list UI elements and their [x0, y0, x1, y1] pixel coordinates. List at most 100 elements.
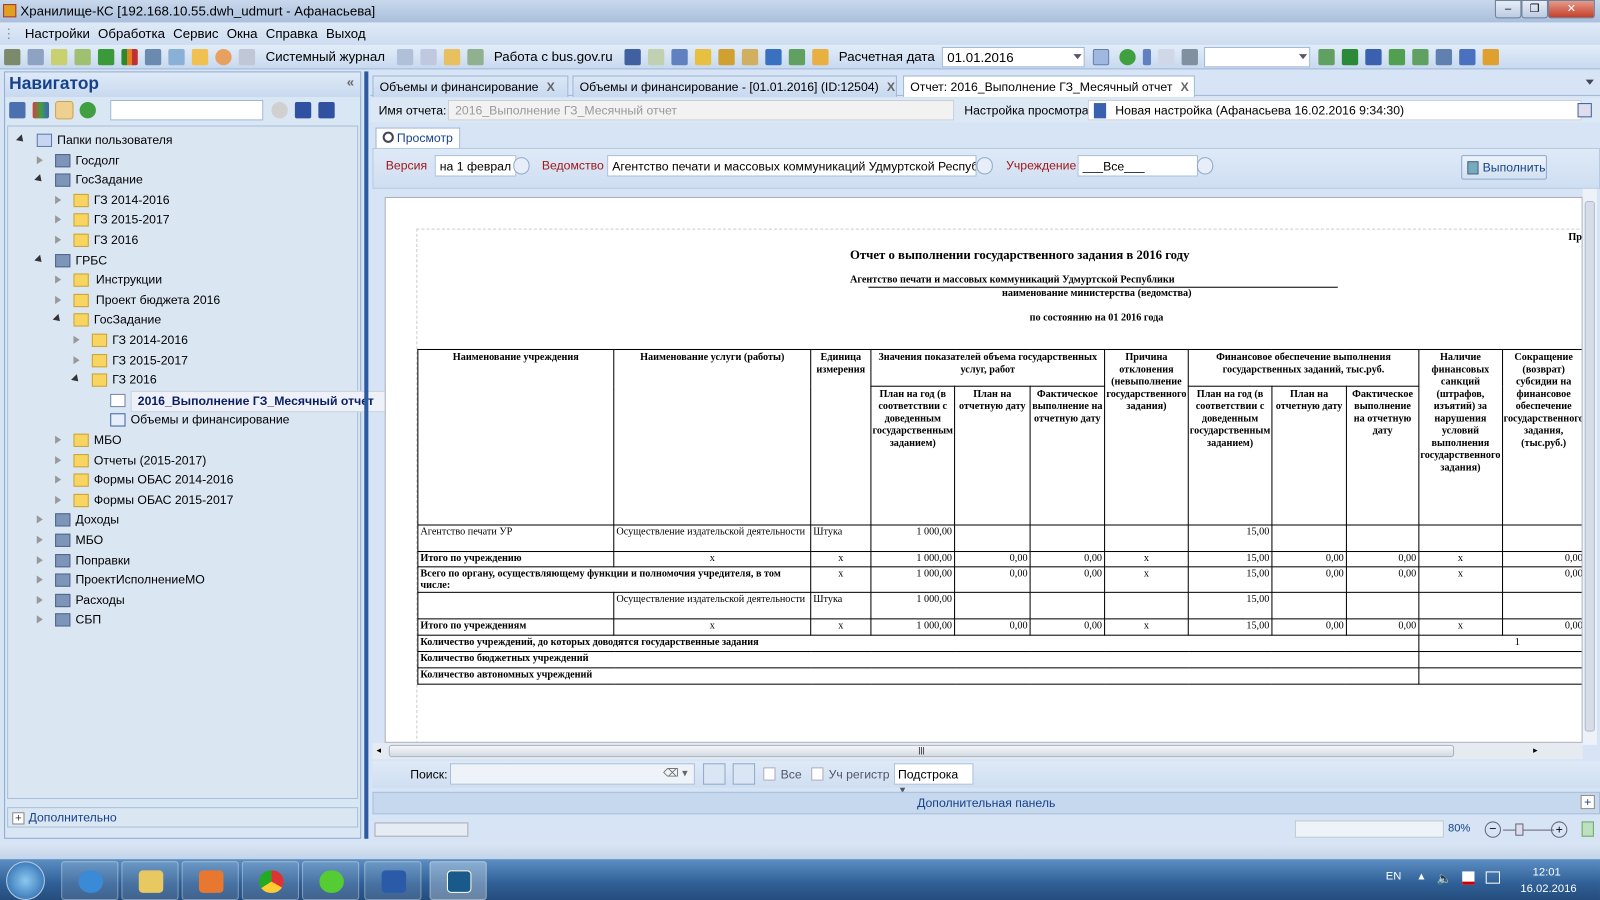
binoculars-icon[interactable] [624, 48, 641, 66]
version-combo[interactable]: на 1 феврал [434, 155, 517, 177]
dept-combo[interactable]: Агентство печати и массовых коммуникаций… [607, 155, 977, 177]
collapse-arrow-icon[interactable] [15, 134, 29, 148]
network-icon[interactable] [1485, 871, 1500, 884]
copy-icon[interactable] [1158, 48, 1175, 66]
arrow-up-icon[interactable] [1142, 48, 1152, 66]
close-icon[interactable]: X [1181, 80, 1189, 94]
system-log-button[interactable]: Системный журнал [262, 49, 390, 64]
clock-date[interactable]: 16.02.2016 [1520, 883, 1576, 895]
expand-arrow-icon[interactable] [36, 535, 47, 544]
start-button[interactable] [6, 861, 45, 900]
language-indicator[interactable]: EN [1386, 870, 1402, 882]
taskbar-media[interactable] [181, 861, 239, 900]
close-icon[interactable]: X [547, 80, 555, 94]
extra-panel-bar[interactable]: Дополнительная панель + [372, 791, 1600, 815]
zoom-in-icon[interactable]: + [1551, 821, 1568, 838]
page-icon[interactable] [1581, 821, 1594, 837]
zoom-slider[interactable] [1503, 829, 1555, 831]
calc-date-combo[interactable]: 01.01.2016 [942, 46, 1086, 68]
expand-arrow-icon[interactable] [55, 495, 65, 504]
book-icon[interactable] [97, 48, 115, 66]
menu-service[interactable]: Сервис [169, 22, 223, 43]
expand-arrow-icon[interactable] [36, 615, 47, 624]
expand-arrow-icon[interactable] [36, 515, 47, 524]
expand-arrow-icon[interactable] [55, 215, 65, 224]
volume-icon[interactable]: 🔈 [1437, 871, 1452, 885]
taskbar-app[interactable] [429, 861, 487, 900]
clock-time[interactable]: 12:01 [1533, 866, 1561, 878]
expand-arrow-icon[interactable] [55, 275, 65, 284]
run-button[interactable]: Выполнить [1461, 155, 1547, 180]
inst-dropdown-button[interactable] [1196, 157, 1214, 175]
collapse-arrow-icon[interactable] [34, 254, 48, 268]
user-icon[interactable] [215, 48, 232, 66]
print-icon[interactable] [1181, 48, 1198, 66]
dept-dropdown-button[interactable] [976, 157, 993, 175]
sync-icon[interactable] [79, 102, 96, 119]
tab-volumes-id[interactable]: Объемы и финансирование - [01.01.2016] (… [572, 75, 897, 97]
close-icon[interactable]: X [887, 80, 895, 94]
ie-icon[interactable] [764, 48, 782, 66]
navigator-search-input[interactable] [110, 99, 264, 121]
plus-icon[interactable]: + [12, 812, 25, 825]
hierarchy-icon[interactable] [788, 48, 805, 66]
db-save-icon[interactable] [694, 48, 711, 66]
expand-arrow-icon[interactable] [36, 555, 47, 564]
horizontal-scroll-thumb[interactable]: ||| [388, 744, 1455, 758]
tools-icon[interactable] [4, 48, 21, 66]
doc-export-icon[interactable] [396, 48, 413, 66]
tree-add-icon[interactable] [466, 48, 484, 66]
panel-splitter[interactable] [364, 71, 369, 839]
chart-icon[interactable] [121, 48, 138, 66]
cube-icon[interactable] [718, 48, 735, 66]
expand-arrow-icon[interactable] [55, 195, 65, 204]
db-icon[interactable] [9, 102, 26, 119]
tab-report[interactable]: Отчет: 2016_Выполнение ГЗ_Месячный отчет… [903, 75, 1195, 97]
scroll-left-icon[interactable]: ◂ [377, 745, 382, 756]
expand-arrow-icon[interactable] [55, 235, 65, 244]
taskbar-explorer[interactable] [121, 861, 179, 900]
close-button[interactable]: ✕ [1547, 0, 1595, 19]
calculator-icon[interactable] [144, 48, 162, 66]
additional-section[interactable]: + Дополнительно [7, 807, 359, 828]
find-icon[interactable] [294, 102, 311, 119]
taskbar-icq[interactable] [302, 861, 360, 900]
menu-settings[interactable]: Настройки [21, 22, 94, 43]
books-icon[interactable] [32, 102, 49, 119]
tabs-menu-icon[interactable] [1585, 79, 1594, 89]
menu-help[interactable]: Справка [262, 22, 322, 43]
tray-expand-icon[interactable]: ▲ [1416, 871, 1426, 882]
expand-arrow-icon[interactable] [55, 455, 65, 464]
taskbar-chrome[interactable] [241, 861, 299, 900]
doc-check-icon[interactable] [420, 48, 437, 66]
document-arrow-icon[interactable] [647, 48, 664, 66]
collapse-arrow-icon[interactable] [34, 174, 48, 188]
database-icon[interactable] [27, 48, 44, 66]
folders-icon[interactable] [191, 48, 209, 66]
toolbar-combo[interactable] [1204, 46, 1311, 68]
vertical-scrollbar[interactable] [1582, 188, 1597, 745]
transfer-icon[interactable] [1318, 48, 1335, 66]
grid-settings-icon[interactable] [1577, 103, 1592, 118]
download-icon[interactable] [1388, 48, 1405, 66]
bus-gov-button[interactable]: Работа с bus.gov.ru [490, 49, 617, 64]
tab-preview[interactable]: Просмотр [375, 127, 461, 148]
db-edit-icon[interactable] [741, 48, 758, 66]
find-prev-button[interactable] [703, 763, 726, 785]
refresh-icon[interactable] [1119, 48, 1136, 66]
export-icon[interactable] [74, 48, 91, 66]
menu-processing[interactable]: Обработка [94, 22, 169, 43]
all-checkbox[interactable] [763, 767, 776, 781]
collapse-panel-icon[interactable]: « [347, 74, 354, 89]
key-icon[interactable] [443, 48, 460, 66]
expand-arrow-icon[interactable] [73, 335, 83, 344]
zoom-slider-thumb[interactable] [1515, 823, 1524, 836]
expand-arrow-icon[interactable] [36, 575, 47, 584]
find-next-button[interactable] [732, 763, 756, 785]
table-icon[interactable] [1458, 48, 1476, 66]
report-name-field[interactable]: 2016_Выполнение ГЗ_Месячный отчет [447, 99, 955, 121]
users-icon[interactable] [811, 48, 829, 66]
version-dropdown-button[interactable] [513, 157, 530, 175]
collapse-arrow-icon[interactable] [71, 374, 85, 388]
status-combo[interactable] [1294, 820, 1444, 838]
